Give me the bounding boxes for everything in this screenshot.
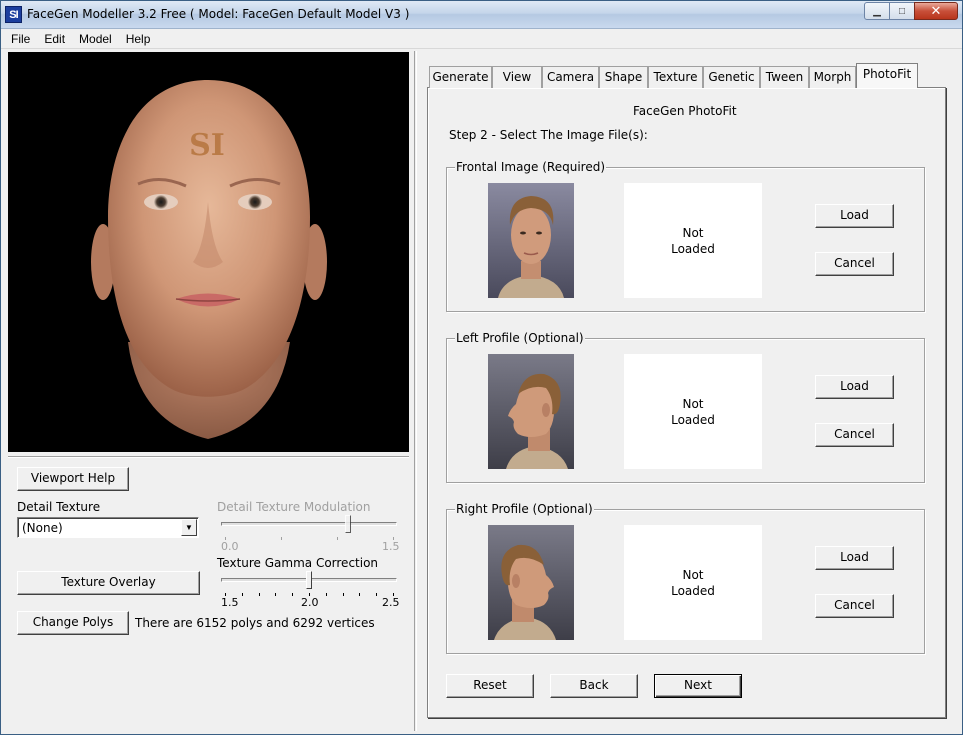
texture-overlay-button[interactable]: Texture Overlay (17, 571, 200, 595)
frontal-example-photo (488, 183, 574, 298)
close-icon: ✕ (930, 3, 942, 18)
slider-tick (337, 537, 338, 540)
chevron-down-icon[interactable]: ▼ (181, 519, 197, 536)
tab-shape[interactable]: Shape (599, 66, 648, 88)
menu-bar: File Edit Model Help (1, 29, 962, 49)
slider-tick (292, 593, 294, 596)
slider-tick (281, 537, 282, 540)
gamma-mid-label: 2.0 (301, 596, 319, 609)
slider-thumb[interactable] (306, 571, 312, 589)
frontal-image-preview[interactable]: Not Loaded (624, 183, 762, 298)
slider-thumb[interactable] (345, 515, 352, 533)
slider-tick (258, 593, 260, 596)
left-profile-load-button[interactable]: Load (815, 375, 894, 399)
preview-status-line1: Not (682, 225, 704, 240)
preview-status-line2: Loaded (671, 583, 715, 598)
slider-track (221, 522, 397, 526)
detail-texture-dropdown[interactable]: (None) ▼ (17, 517, 199, 538)
texture-gamma-label: Texture Gamma Correction (217, 556, 379, 570)
detail-texture-modulation-label: Detail Texture Modulation (217, 500, 371, 514)
menu-model[interactable]: Model (73, 32, 118, 46)
detail-texture-label: Detail Texture (17, 500, 101, 514)
tab-photofit[interactable]: PhotoFit (856, 63, 918, 88)
left-profile-preview[interactable]: Not Loaded (624, 354, 762, 469)
right-profile-preview[interactable]: Not Loaded (624, 525, 762, 640)
next-button[interactable]: Next (654, 674, 742, 698)
preview-status-line1: Not (682, 567, 704, 582)
modulation-max-label: 1.5 (382, 540, 400, 553)
left-profile-example-photo (488, 354, 574, 469)
photofit-heading: FaceGen PhotoFit (633, 104, 737, 118)
preview-status-line1: Not (682, 396, 704, 411)
app-logo-icon[interactable]: SI (5, 6, 22, 23)
forehead-logo: SI (189, 128, 225, 163)
detail-texture-value: (None) (22, 521, 63, 535)
gamma-min-label: 1.5 (221, 596, 239, 609)
viewport-help-button[interactable]: Viewport Help (17, 467, 129, 491)
preview-status-line2: Loaded (671, 241, 715, 256)
minimize-button[interactable]: ▁ (864, 2, 890, 20)
preview-status-line2: Loaded (671, 412, 715, 427)
title-bar[interactable]: SI FaceGen Modeller 3.2 Free ( Model: Fa… (1, 1, 962, 29)
window-title: FaceGen Modeller 3.2 Free ( Model: FaceG… (27, 7, 410, 21)
maximize-button[interactable]: □ (889, 2, 915, 20)
slider-tick (241, 593, 243, 596)
slider-tick (359, 593, 361, 596)
tab-view[interactable]: View (492, 66, 542, 88)
slider-tick (376, 593, 378, 596)
group-label: Left Profile (Optional) (455, 331, 585, 345)
panel-splitter[interactable] (414, 51, 417, 731)
right-profile-load-button[interactable]: Load (815, 546, 894, 570)
back-button[interactable]: Back (550, 674, 638, 698)
tab-texture[interactable]: Texture (648, 66, 703, 88)
tab-genetic[interactable]: Genetic (703, 66, 760, 88)
tab-camera[interactable]: Camera (542, 66, 599, 88)
face-model-render: SI (91, 80, 327, 439)
photofit-step-label: Step 2 - Select The Image File(s): (449, 128, 648, 142)
reset-button[interactable]: Reset (446, 674, 534, 698)
menu-file[interactable]: File (5, 32, 36, 46)
right-profile-example-photo (488, 525, 574, 640)
slider-tick (275, 593, 277, 596)
window-controls: ▁ □ ✕ (864, 2, 958, 20)
slider-tick (342, 593, 344, 596)
tab-tween[interactable]: Tween (760, 66, 809, 88)
slider-tick (325, 593, 327, 596)
frontal-cancel-button[interactable]: Cancel (815, 252, 894, 276)
close-button[interactable]: ✕ (914, 2, 958, 20)
group-label: Frontal Image (Required) (455, 160, 607, 174)
change-polys-button[interactable]: Change Polys (17, 611, 129, 635)
menu-edit[interactable]: Edit (38, 32, 71, 46)
poly-count-info: There are 6152 polys and 6292 vertices (135, 616, 375, 630)
tab-generate[interactable]: Generate (429, 66, 492, 88)
left-profile-cancel-button[interactable]: Cancel (815, 423, 894, 447)
maximize-icon: □ (898, 5, 906, 17)
right-profile-cancel-button[interactable]: Cancel (815, 594, 894, 618)
minimize-icon: ▁ (873, 5, 881, 17)
modulation-min-label: 0.0 (221, 540, 239, 553)
detail-texture-modulation-slider[interactable] (221, 515, 397, 547)
viewport-divider (8, 456, 409, 458)
3d-viewport[interactable]: SI (8, 52, 409, 452)
app-window: SI FaceGen Modeller 3.2 Free ( Model: Fa… (0, 0, 963, 735)
tab-morph[interactable]: Morph (809, 66, 856, 88)
group-label: Right Profile (Optional) (455, 502, 594, 516)
frontal-load-button[interactable]: Load (815, 204, 894, 228)
gamma-max-label: 2.5 (382, 596, 400, 609)
menu-help[interactable]: Help (120, 32, 157, 46)
